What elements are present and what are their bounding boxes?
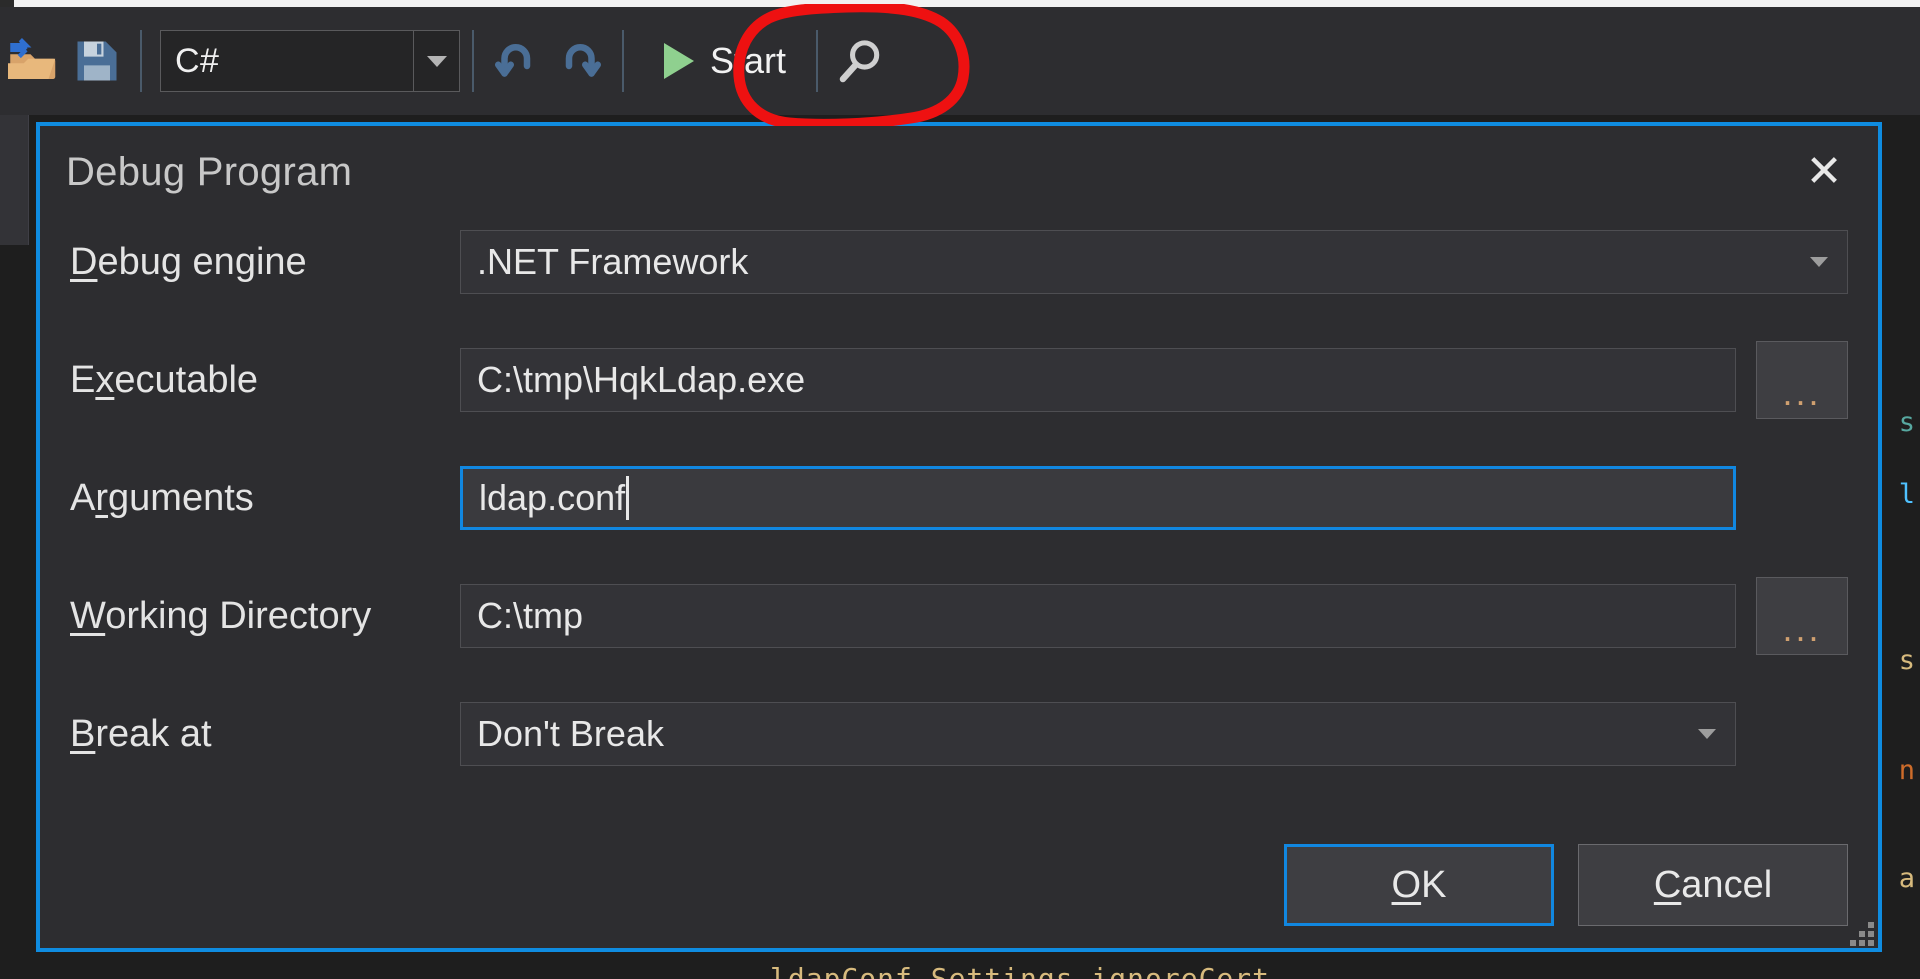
label-accelerator: B	[70, 712, 96, 755]
working-directory-value: C:\tmp	[477, 595, 584, 636]
redo-icon[interactable]	[548, 18, 610, 104]
code-char-5: a	[1898, 863, 1916, 894]
start-button-label: Start	[710, 40, 787, 81]
cancel-button[interactable]: Cancel	[1578, 844, 1848, 926]
language-combo-value: C#	[175, 41, 220, 80]
ok-button[interactable]: OK	[1284, 844, 1554, 926]
resize-grip[interactable]	[1840, 912, 1874, 946]
field-row-executable: Executable C:\tmp\HqkLdap.exe ...	[70, 336, 1848, 424]
save-icon[interactable]	[66, 18, 128, 104]
arguments-value: ldap.conf	[479, 477, 626, 518]
chevron-down-icon	[426, 55, 447, 67]
working-directory-input[interactable]: C:\tmp	[460, 584, 1736, 648]
search-icon[interactable]	[830, 18, 892, 104]
debug-engine-value: .NET Framework	[477, 241, 749, 282]
dialog-footer: OK Cancel	[1284, 844, 1848, 926]
main-toolbar: C# Start	[0, 7, 1920, 115]
label-text-pre: A	[70, 476, 96, 519]
undo-icon[interactable]	[486, 18, 548, 104]
play-triangle-icon	[664, 43, 694, 79]
label-text-pre: E	[70, 358, 96, 401]
ide-background: s l s n a ldapConf.Settings.ignoreCert C…	[0, 0, 1920, 979]
break-at-dropdown-button[interactable]	[1679, 703, 1735, 765]
label-arguments: Arguments	[70, 477, 460, 520]
field-row-arguments: Arguments ldap.conf	[70, 454, 1848, 542]
code-line-bottom: ldapConf.Settings.ignoreCert	[770, 962, 1271, 979]
dialog-body: Debug engine .NET Framework Executable C…	[40, 218, 1878, 778]
toolbar-separator-2	[472, 30, 474, 92]
label-text: reak at	[95, 712, 212, 755]
open-folder-icon[interactable]	[4, 18, 66, 104]
executable-value: C:\tmp\HqkLdap.exe	[477, 359, 806, 400]
debug-engine-dropdown-button[interactable]	[1791, 231, 1847, 293]
language-combo-arrow-button[interactable]	[413, 31, 459, 91]
field-row-working-directory: Working Directory C:\tmp ...	[70, 572, 1848, 660]
break-at-value: Don't Break	[477, 713, 664, 754]
cancel-label: ancel	[1681, 863, 1773, 906]
window-top-edge-left	[0, 0, 14, 7]
debug-engine-combo[interactable]: .NET Framework	[460, 230, 1848, 294]
label-text: orking Directory	[105, 594, 372, 637]
chevron-down-icon	[1810, 257, 1828, 267]
label-accelerator: W	[70, 594, 106, 637]
code-char-1: s	[1898, 407, 1916, 438]
executable-browse-button[interactable]: ...	[1756, 341, 1848, 419]
ok-label: K	[1421, 863, 1447, 906]
working-directory-browse-button[interactable]: ...	[1756, 577, 1848, 655]
code-char-4: n	[1898, 755, 1916, 786]
text-caret	[626, 476, 630, 520]
label-accelerator: x	[95, 358, 115, 401]
label-accelerator: D	[70, 240, 98, 283]
code-char-3: s	[1898, 645, 1916, 676]
field-row-debug-engine: Debug engine .NET Framework	[70, 218, 1848, 306]
toolbar-separator-4	[816, 30, 819, 92]
debug-program-dialog: Debug Program ✕ Debug engine .NET Framew…	[36, 122, 1882, 952]
dialog-titlebar: Debug Program ✕	[40, 126, 1878, 218]
label-text: ebug engine	[97, 240, 307, 283]
toolbar-separator-1	[140, 30, 142, 92]
executable-input[interactable]: C:\tmp\HqkLdap.exe	[460, 348, 1736, 412]
label-text: guments	[108, 476, 254, 519]
window-top-edge	[0, 0, 1920, 7]
label-debug-engine: Debug engine	[70, 241, 460, 284]
label-executable: Executable	[70, 359, 460, 402]
label-text: ecutable	[114, 358, 259, 401]
dialog-title: Debug Program	[66, 149, 353, 194]
start-button[interactable]: Start	[646, 34, 804, 88]
language-combo[interactable]: C#	[160, 30, 460, 92]
label-accelerator: r	[95, 476, 109, 519]
close-icon[interactable]: ✕	[1782, 132, 1866, 212]
label-working-directory: Working Directory	[70, 595, 460, 638]
arguments-input[interactable]: ldap.conf	[460, 466, 1736, 530]
field-row-break-at: Break at Don't Break	[70, 690, 1848, 778]
ok-accelerator: O	[1391, 863, 1422, 906]
break-at-combo[interactable]: Don't Break	[460, 702, 1736, 766]
editor-left-gutter	[0, 115, 29, 245]
code-char-2: l	[1898, 479, 1916, 510]
label-break-at: Break at	[70, 713, 460, 756]
toolbar-separator-3	[622, 30, 624, 92]
cancel-accelerator: C	[1653, 863, 1682, 906]
chevron-down-icon	[1698, 729, 1716, 739]
